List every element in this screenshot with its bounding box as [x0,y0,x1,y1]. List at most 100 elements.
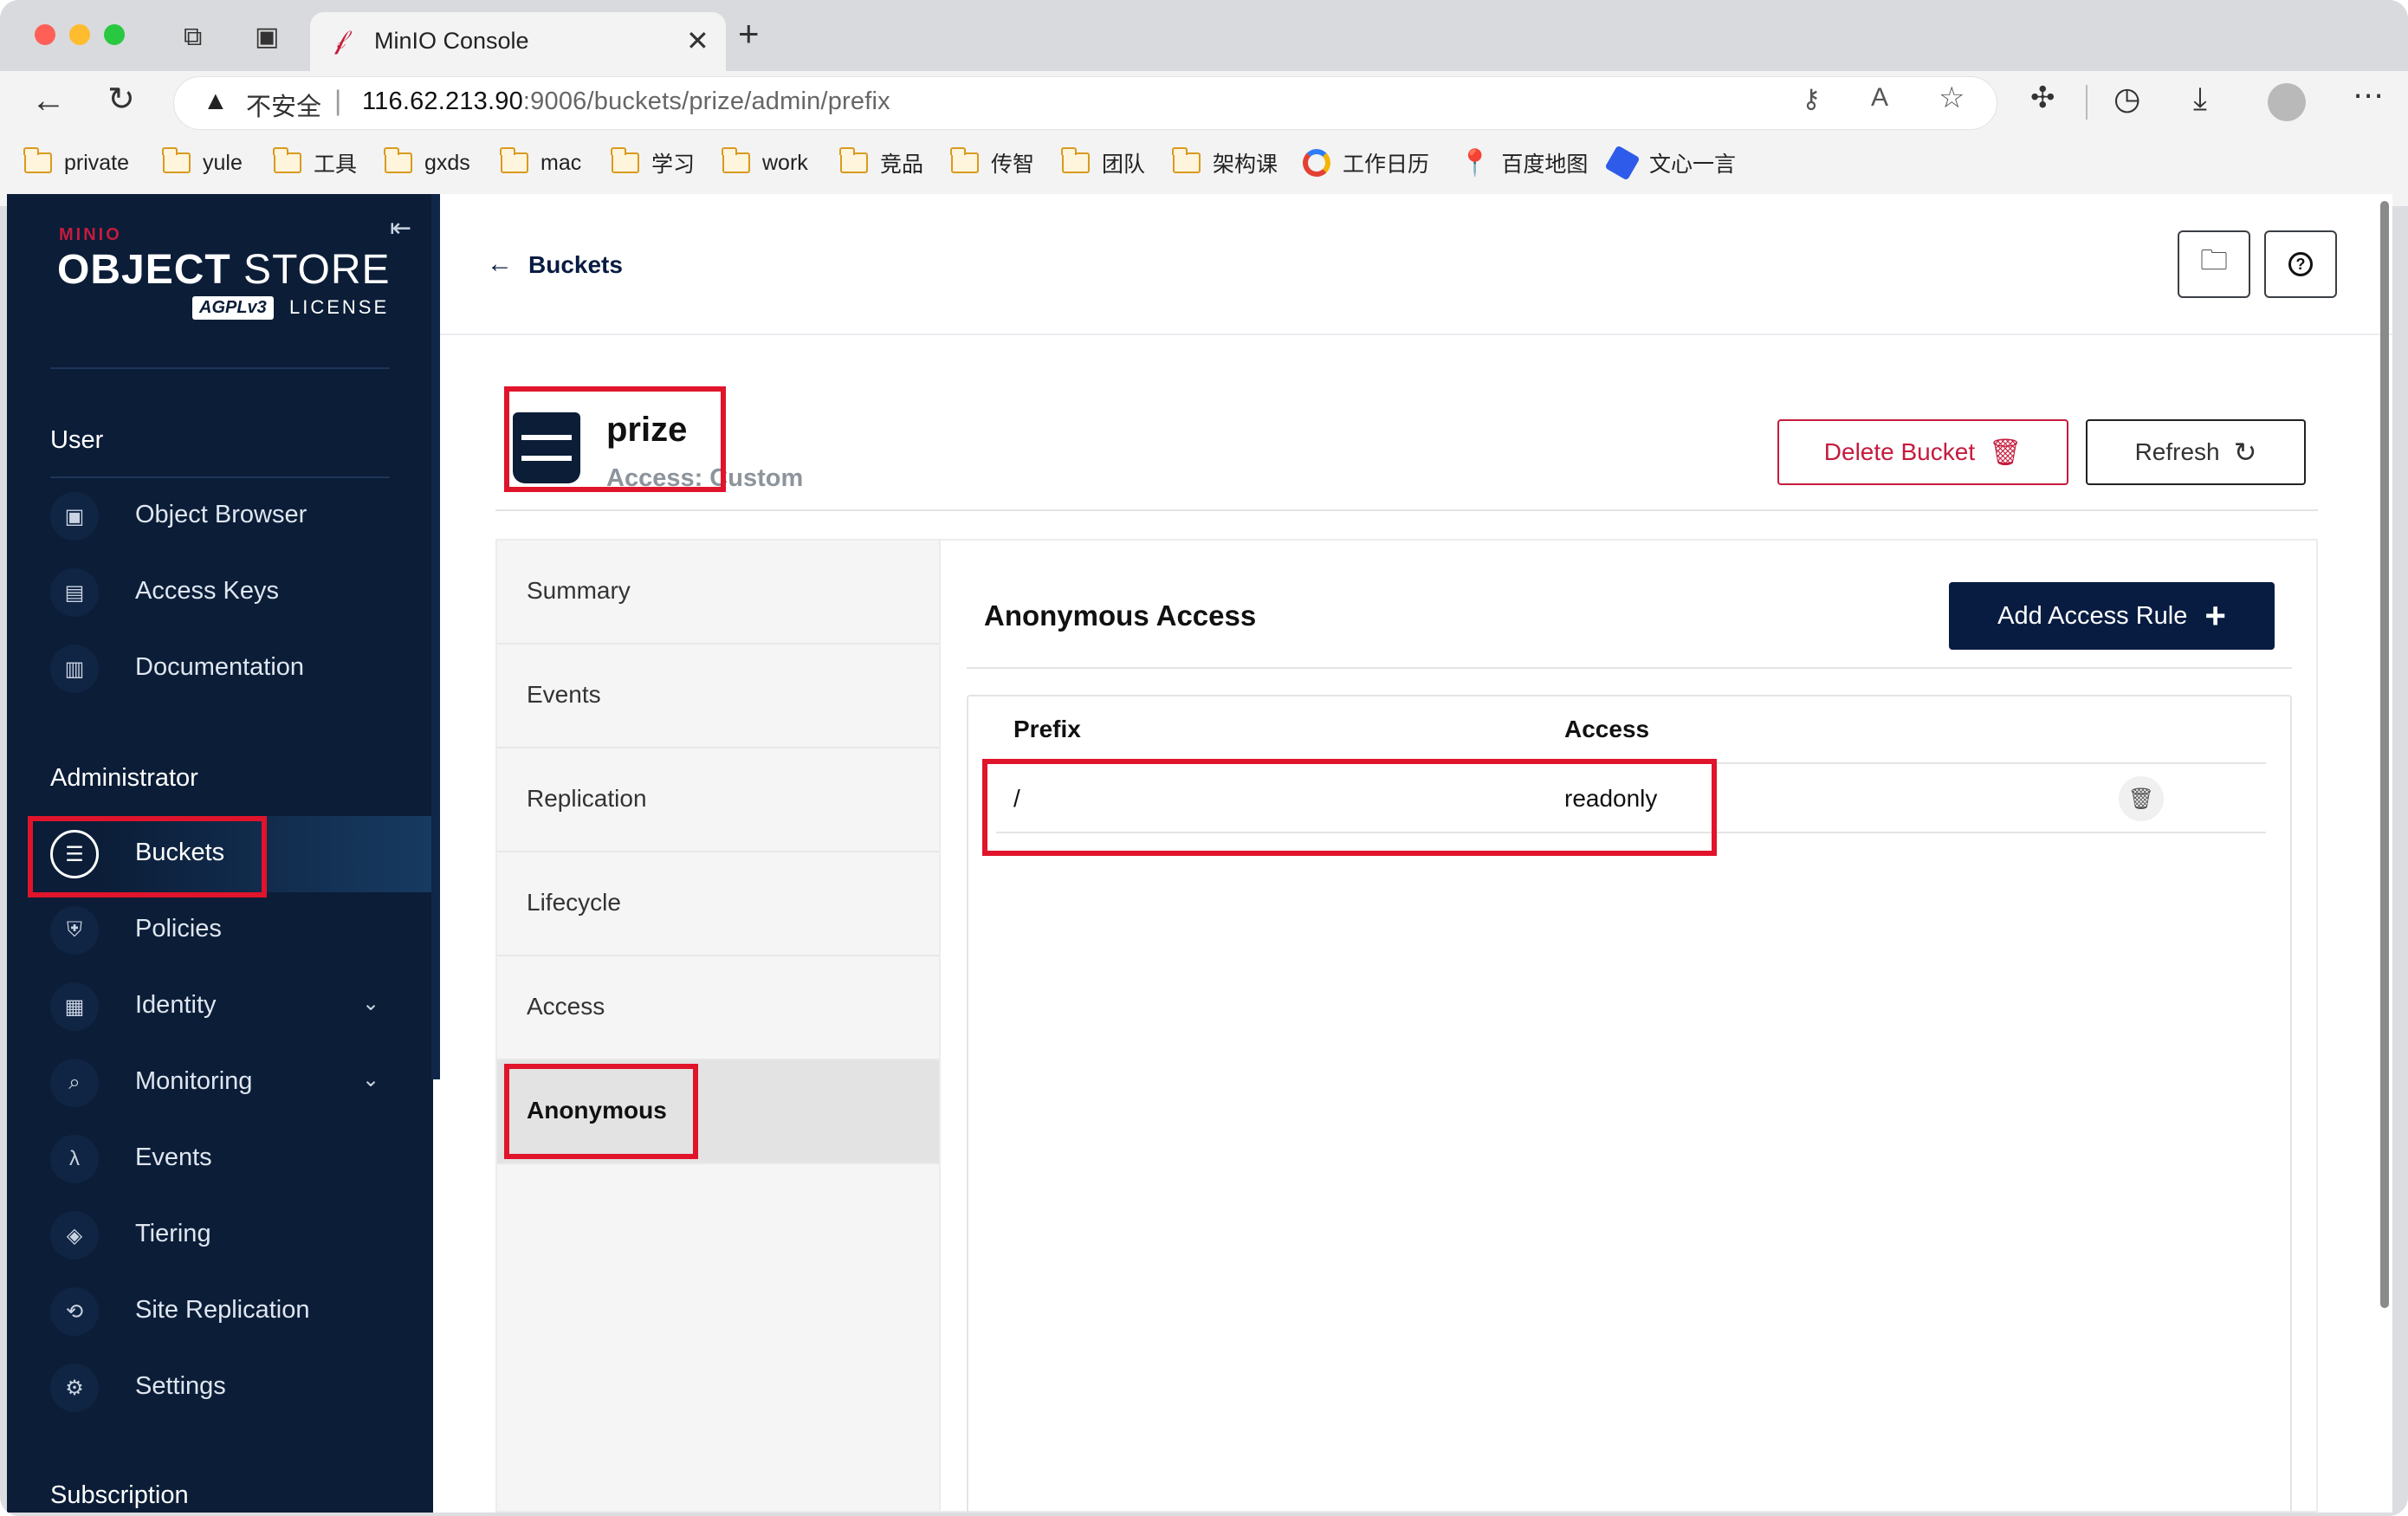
minio-favicon-icon: 𝒻 [334,26,346,55]
refresh-label: Refresh [2134,438,2220,465]
bookmark-label: 传智 [991,152,1035,177]
nav-label: Access Keys [135,577,279,605]
favorite-star-icon[interactable]: ☆ [1939,83,1965,113]
delete-bucket-label: Delete Bucket [1823,438,1976,465]
panel-header-divider [967,667,2292,669]
nav-identity[interactable]: ▦ Identity ⌄ [7,969,431,1045]
nav-label: Policies [135,915,222,943]
bookmark-label: private [64,150,130,175]
back-icon[interactable]: ← [31,83,66,118]
anonymous-access-title: Anonymous Access [984,599,1257,632]
nav-site-replication[interactable]: ⟲ Site Replication [7,1273,431,1350]
minio-brand: MINIO [59,225,122,244]
nav-label: Monitoring [135,1067,253,1095]
security-label[interactable]: 不安全 [246,87,321,123]
nav-label: Settings [135,1372,226,1400]
nav-tiering[interactable]: ◈ Tiering [7,1197,431,1273]
refresh-button[interactable]: Refresh ↻ [2086,419,2306,485]
bookmark-tools[interactable]: 工具 [273,146,357,180]
logo-title-bold: OBJECT [57,247,231,293]
logo-divider [50,367,390,369]
bookmark-wenxin[interactable]: 文心一言 [1604,145,1736,181]
license-label: LICENSE [289,296,390,318]
nav-label: Tiering [135,1220,211,1247]
more-menu-icon[interactable]: ⋯ [2353,80,2384,111]
nav-label: Identity [135,991,217,1019]
help-icon: ? [2288,252,2313,276]
nav-access-keys[interactable]: ▤ Access Keys [7,554,431,631]
sidebar-scroll-strip [431,194,440,1079]
bookmark-label: 架构课 [1213,152,1278,177]
bookmark-label: gxds [424,150,470,175]
bookmark-label: mac [541,150,582,175]
page-scrollbar[interactable] [2380,201,2389,1308]
nav-settings[interactable]: ⚙ Settings [7,1350,431,1426]
minimize-window-button[interactable] [69,24,90,45]
browser-tab[interactable]: 𝒻 MinIO Console ✕ [310,12,726,71]
delete-bucket-button[interactable]: Delete Bucket 🗑 [1777,419,2068,485]
bookmark-label: work [762,150,808,175]
collapse-sidebar-icon[interactable]: ⇤ [390,213,411,243]
bookmark-chuanzhi[interactable]: 传智 [950,146,1035,180]
nav-label: Events [135,1143,212,1171]
extensions-icon[interactable]: ✣ [2030,83,2055,113]
url-host: 116.62.213.90 [362,87,523,115]
nav-documentation[interactable]: ▥ Documentation [7,631,431,707]
tab-replication[interactable]: Replication [497,748,939,852]
tab-lifecycle[interactable]: Lifecycle [497,852,939,956]
url-path: :9006/buckets/prize/admin/prefix [522,87,890,115]
bookmark-mac[interactable]: mac [500,146,582,180]
folder-icon [722,147,750,173]
layers-icon: ◈ [50,1211,99,1260]
new-tab-icon[interactable]: + [738,16,760,52]
url-text[interactable]: 116.62.213.90:9006/buckets/prize/admin/p… [362,87,890,116]
object-browser-button[interactable]: 🗀 [2178,230,2250,298]
plus-icon: + [2204,595,2226,636]
folder-icon [1172,147,1201,173]
omnibox-divider: | [334,85,342,116]
back-arrow-icon[interactable]: ← [487,249,513,279]
tab-actions-icon[interactable]: ▣ [255,24,279,50]
highlight-buckets [28,816,267,897]
history-icon[interactable]: ◷ [2113,83,2140,114]
bookmark-yule[interactable]: yule [162,146,243,180]
folder-icon [500,147,528,173]
nav-object-browser[interactable]: ▣ Object Browser [7,478,431,554]
help-button[interactable]: ? [2264,230,2337,298]
add-access-rule-button[interactable]: Add Access Rule + [1949,582,2275,650]
nav-events[interactable]: λ Events [7,1121,431,1197]
bookmark-work[interactable]: work [722,146,808,180]
bookmark-gxds[interactable]: gxds [384,146,470,180]
nav-policies[interactable]: ⛨ Policies [7,892,431,969]
tab-events[interactable]: Events [497,645,939,748]
bookmark-study[interactable]: 学习 [611,146,695,180]
zoom-window-button[interactable] [104,24,125,45]
tab-summary[interactable]: Summary [497,541,939,645]
column-header-access: Access [1564,716,1650,742]
downloads-icon[interactable]: ⤓ [2193,83,2207,114]
highlight-anonymous-tab [504,1064,698,1159]
folder-icon [839,147,868,173]
key-icon[interactable]: ⚷ [1802,87,1821,113]
bookmark-private[interactable]: private [23,146,130,180]
close-window-button[interactable] [35,24,55,45]
delete-rule-icon[interactable]: 🗑 [2119,776,2164,821]
chevron-down-icon: ⌄ [362,992,380,1015]
bookmark-calendar[interactable]: 工作日历 [1303,146,1429,180]
bookmark-baidu-map[interactable]: 📍 百度地图 [1459,146,1588,180]
workspaces-icon[interactable]: ⧉ [184,24,202,50]
admin-section-title: Administrator [50,764,198,792]
bookmark-team[interactable]: 团队 [1061,146,1145,180]
tab-access[interactable]: Access [497,956,939,1060]
bookmark-competitors[interactable]: 竞品 [839,146,923,180]
access-keys-icon: ▤ [50,568,99,617]
nav-monitoring[interactable]: ⌕ Monitoring ⌄ [7,1045,431,1121]
close-tab-icon[interactable]: ✕ [686,24,709,57]
reload-icon[interactable]: ↻ [107,83,135,116]
calendar-icon [1303,149,1330,177]
back-to-buckets-link[interactable]: Buckets [528,251,623,279]
profile-avatar[interactable] [2268,83,2306,121]
bookmark-architecture[interactable]: 架构课 [1172,146,1278,180]
read-aloud-icon[interactable]: A [1871,85,1888,111]
folder-icon [611,147,639,173]
